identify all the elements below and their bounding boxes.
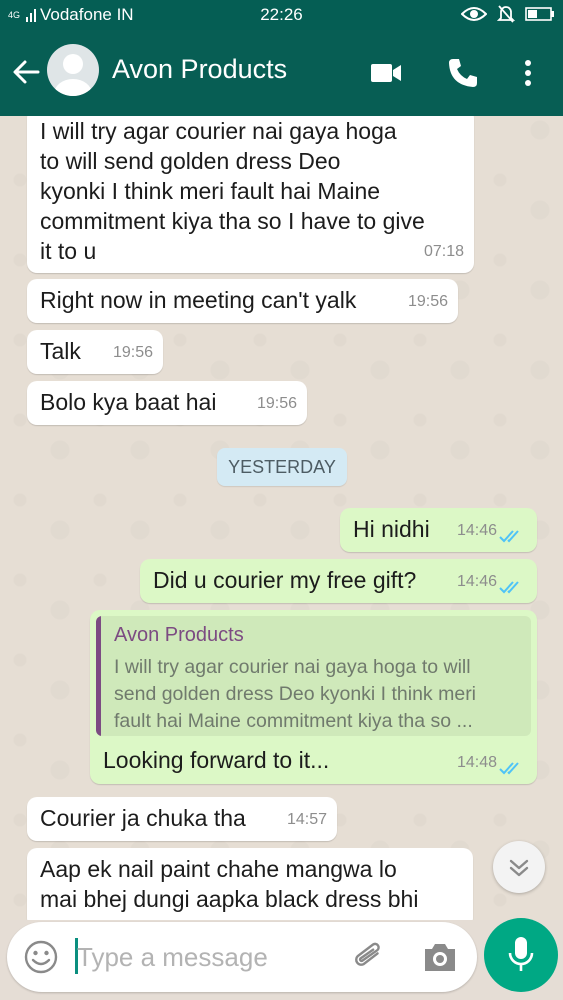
message-time: 19:56 <box>256 395 297 412</box>
back-arrow-icon[interactable] <box>10 56 42 88</box>
read-ticks-icon <box>499 762 519 775</box>
message-incoming[interactable]: Bolo kya baat hai 19:56 <box>27 381 307 425</box>
read-ticks-icon <box>499 530 519 543</box>
eye-icon <box>461 7 487 21</box>
more-vert-icon[interactable] <box>511 56 545 90</box>
message-incoming[interactable]: Courier ja chuka tha 14:57 <box>27 797 337 841</box>
message-text: Aap ek nail paint chahe mangwa lo <box>40 856 397 882</box>
microphone-icon <box>508 937 534 971</box>
message-text: kyonki I think meri fault hai Maine <box>40 178 381 204</box>
message-text: to will send golden dress Deo <box>40 148 341 174</box>
quoted-message[interactable]: Avon Products I will try agar courier na… <box>96 616 531 736</box>
message-outgoing[interactable]: Hi nidhi 14:46 <box>340 508 537 552</box>
message-text: Hi nidhi <box>353 516 430 542</box>
read-ticks-icon <box>499 581 519 594</box>
message-outgoing[interactable]: Did u courier my free gift? 14:46 <box>140 559 537 603</box>
quote-line: I will try agar courier nai gaya hoga to… <box>114 656 471 678</box>
emoji-icon[interactable] <box>23 939 59 975</box>
phone-icon[interactable] <box>446 56 480 90</box>
message-incoming[interactable]: I will try agar courier nai gaya hoga to… <box>27 108 474 273</box>
quote-author: Avon Products <box>114 624 244 646</box>
message-text: mai bhej dungi aapka black dress bhi <box>40 886 419 912</box>
message-incoming[interactable]: Talk 19:56 <box>27 330 163 374</box>
video-call-icon[interactable] <box>369 56 403 90</box>
message-time: 14:46 <box>456 522 497 539</box>
quote-line: fault hai Maine commitment kiya tha so .… <box>114 710 473 732</box>
camera-icon[interactable] <box>422 940 458 974</box>
default-avatar-icon <box>54 54 92 96</box>
chat-header: Avon Products <box>0 30 563 116</box>
message-text: it to u <box>40 238 97 264</box>
chat-area[interactable]: I will try agar courier nai gaya hoga to… <box>0 0 563 920</box>
message-text: Bolo kya baat hai <box>40 389 217 415</box>
quote-bar <box>96 616 101 736</box>
message-time: 19:56 <box>112 344 153 361</box>
message-text: Looking forward to it... <box>103 747 330 773</box>
message-text: Talk <box>40 338 81 364</box>
battery-icon <box>525 7 554 21</box>
message-text: Did u courier my free gift? <box>153 567 417 593</box>
message-time: 14:46 <box>456 573 497 590</box>
message-incoming[interactable]: Right now in meeting can't yalk 19:56 <box>27 279 458 323</box>
message-text: I will try agar courier nai gaya hoga <box>40 118 397 144</box>
message-incoming[interactable]: Aap ek nail paint chahe mangwa lo mai bh… <box>27 848 473 920</box>
message-time: 19:56 <box>407 293 448 310</box>
message-composer[interactable]: Type a message <box>7 922 477 992</box>
message-time: 14:48 <box>456 754 497 771</box>
scroll-to-bottom-button[interactable] <box>493 841 545 893</box>
mute-bell-icon <box>497 5 515 23</box>
message-input[interactable]: Type a message <box>77 942 268 973</box>
attach-paperclip-icon[interactable] <box>351 938 387 976</box>
quote-text: I will try agar courier nai gaya hoga to… <box>114 654 524 735</box>
quote-line: send golden dress Deo kyonki I think mer… <box>114 683 477 705</box>
status-right <box>461 4 555 24</box>
message-text: commitment kiya tha so I have to give <box>40 208 425 234</box>
message-time: 07:18 <box>423 243 464 260</box>
double-chevron-down-icon <box>509 859 529 877</box>
avatar[interactable] <box>47 44 99 96</box>
message-text: Right now in meeting can't yalk <box>40 287 357 313</box>
status-bar: 4G Vodafone IN 22:26 <box>0 0 563 30</box>
voice-record-button[interactable] <box>484 918 558 992</box>
message-time: 14:57 <box>286 811 327 828</box>
message-text: Courier ja chuka tha <box>40 805 246 831</box>
date-separator: YESTERDAY <box>217 448 347 486</box>
contact-name[interactable]: Avon Products <box>112 54 287 85</box>
